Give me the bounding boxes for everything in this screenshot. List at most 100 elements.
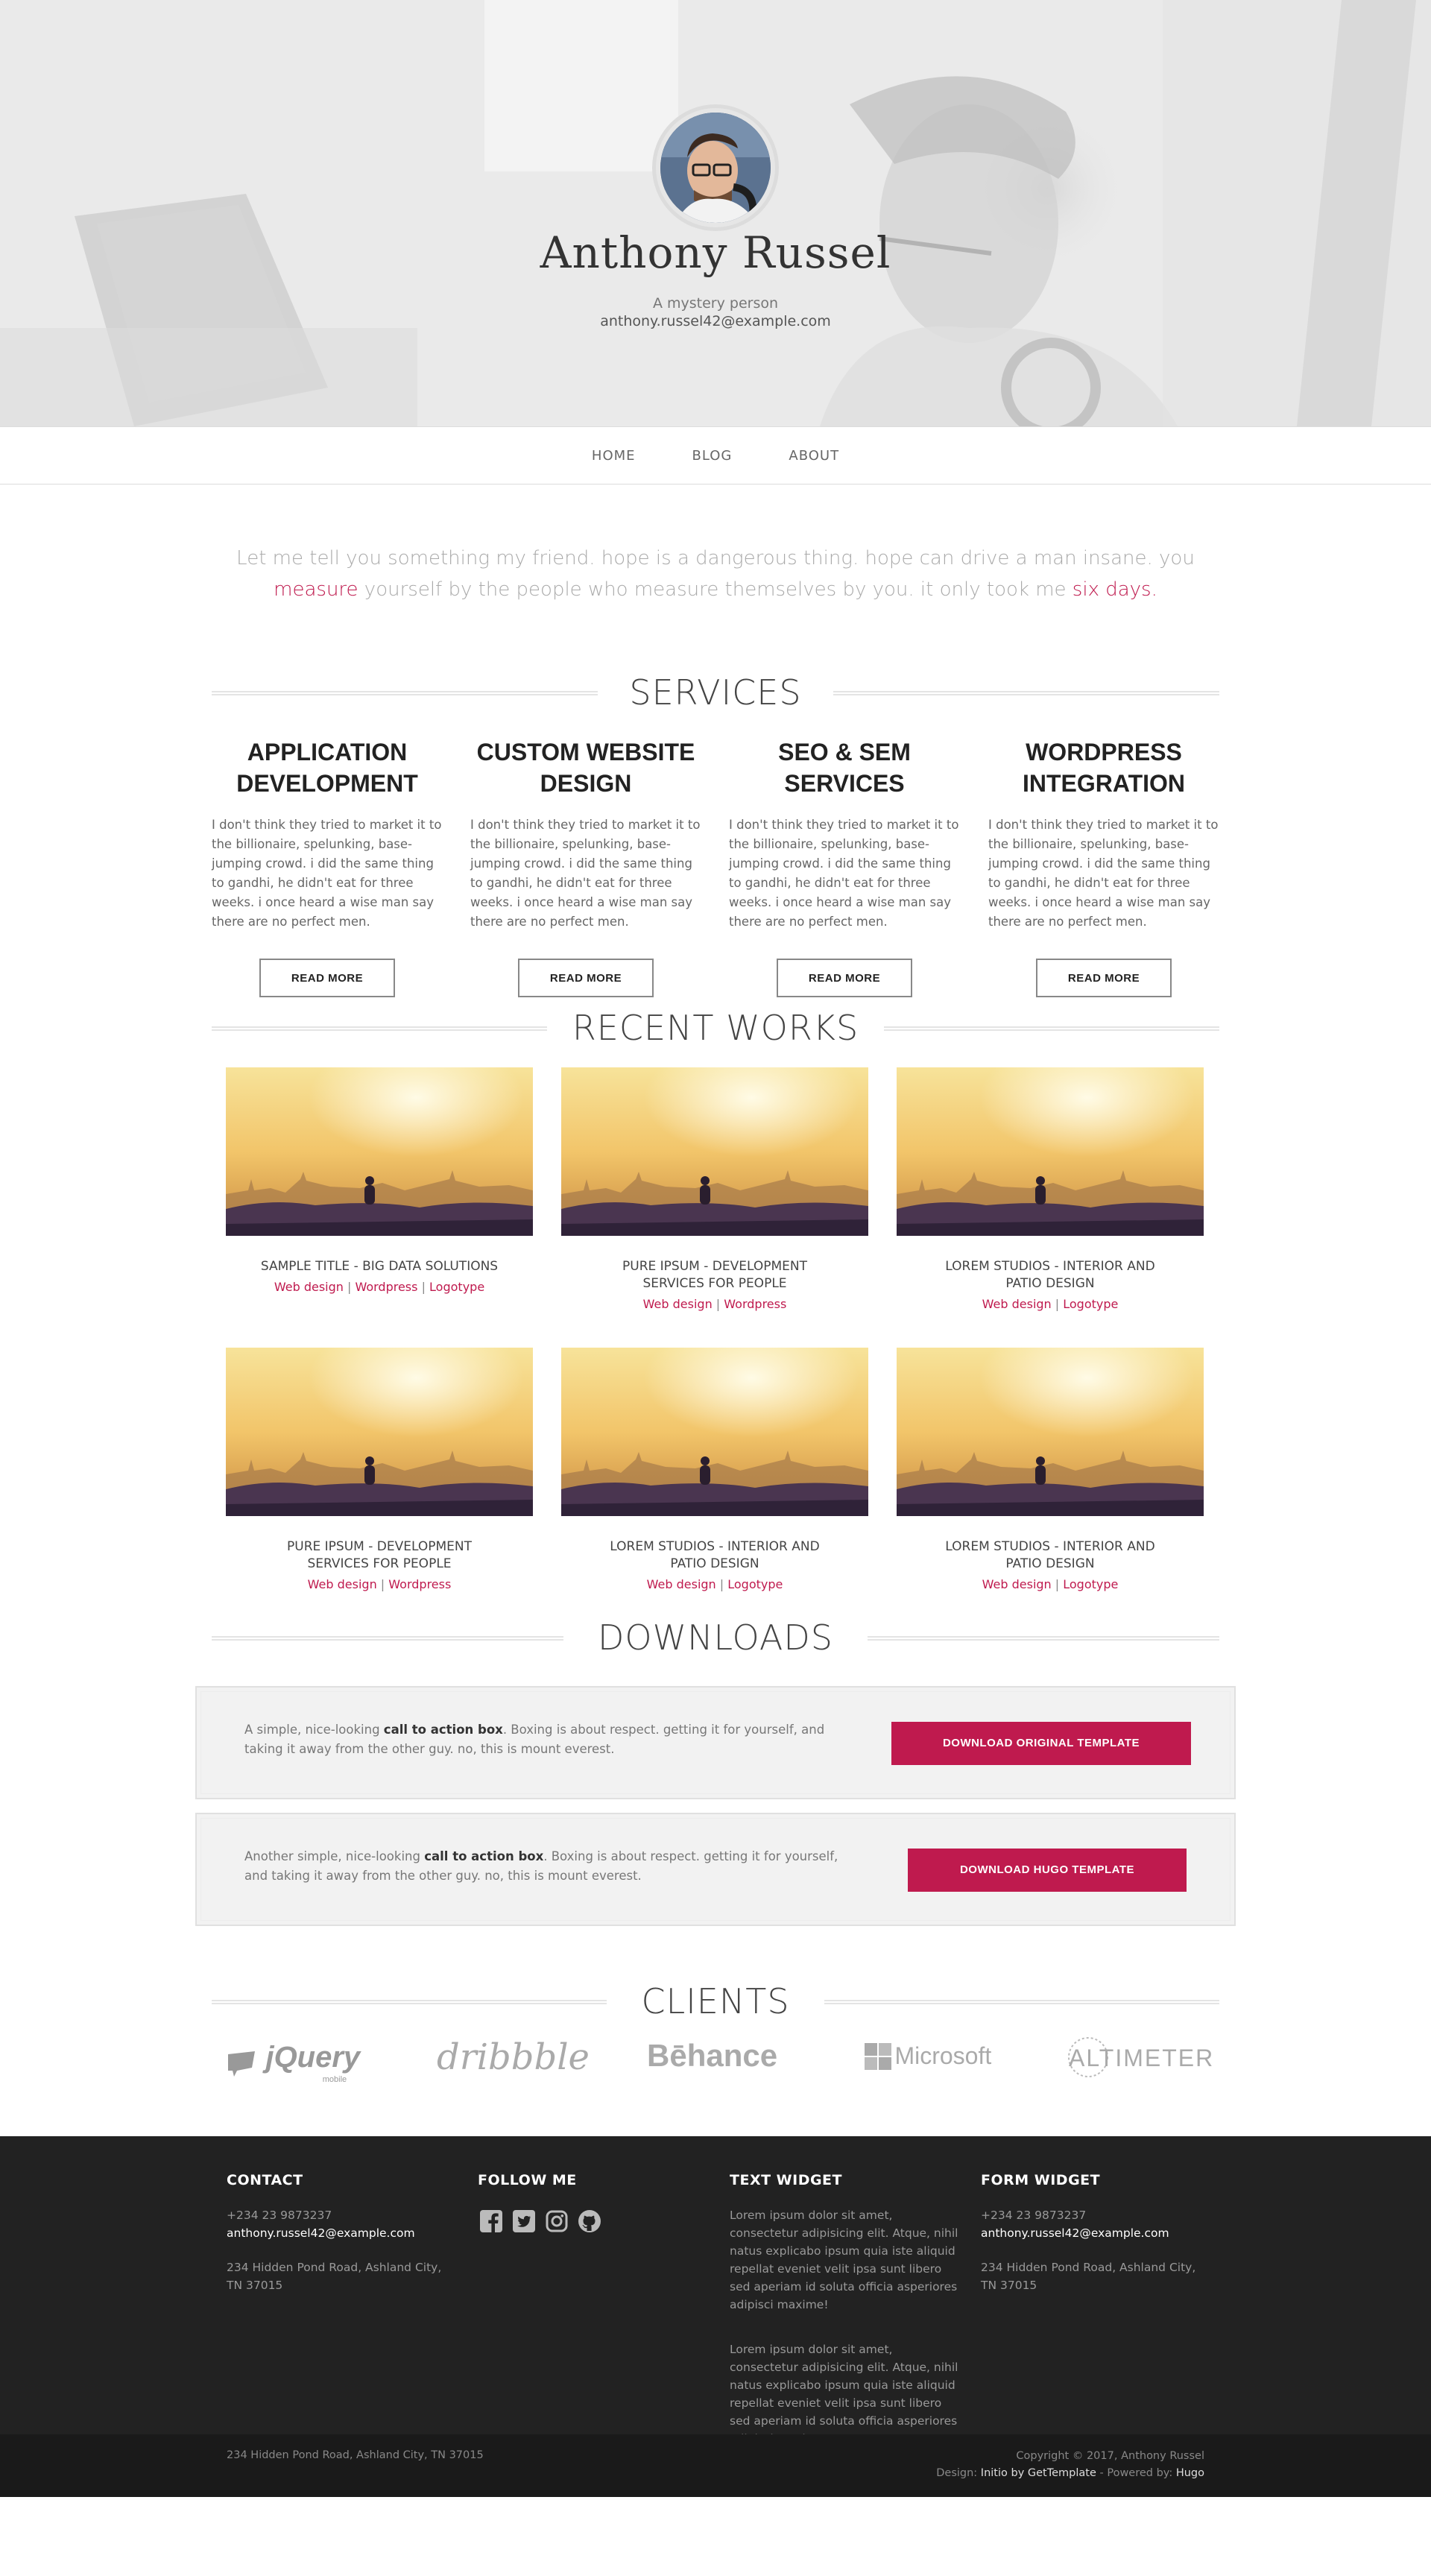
read-more-button[interactable]: READ MORE [518,959,654,997]
work-tag-link[interactable]: Logotype [429,1280,484,1294]
work-tag-link[interactable]: Wordpress [724,1297,786,1311]
profile-email: anthony.russel42@example.com [600,313,831,329]
work-tag-link[interactable]: Web design [308,1577,377,1591]
footer-contact-email-link[interactable]: anthony.russel42@example.com [227,2224,458,2242]
cta-box-hugo: Another simple, nice-looking call to act… [195,1813,1236,1926]
footer-form-email-link[interactable]: anthony.russel42@example.com [981,2224,1212,2242]
work-item: PURE IPSUM - DEVELOPMENT SERVICES FOR PE… [561,1067,868,1311]
work-tag-link[interactable]: Web design [647,1577,716,1591]
intro-link-measure[interactable]: measure [274,578,358,601]
service-card: SEO & SEM SERVICES I don't think they tr… [729,722,960,997]
jquery-mobile-logo: jQuery mobile [227,2041,360,2084]
service-description: I don't think they tried to market it to… [212,818,442,929]
work-tag-link[interactable]: Web design [982,1297,1052,1311]
jquery-mark-icon [228,2051,255,2077]
tag-separator: | [376,1577,389,1591]
service-title: SEO & SEM SERVICES [778,739,911,797]
tag-separator: | [343,1280,356,1294]
read-more-button[interactable]: READ MORE [777,959,912,997]
service-card: WORDPRESS INTEGRATION I don't think they… [988,722,1219,997]
cta-box-original: A simple, nice-looking call to action bo… [195,1686,1236,1799]
footer-text-widget-heading: TEXT WIDGET [730,2172,842,2188]
work-item: PURE IPSUM - DEVELOPMENT SERVICES FOR PE… [226,1348,533,1591]
tag-separator: | [712,1297,724,1311]
altimeter-logo: ALTIMETER [1068,2037,1214,2077]
instagram-icon[interactable] [543,2208,570,2235]
work-title[interactable]: LOREM STUDIOS - INTERIOR AND PATIO DESIG… [561,1538,868,1573]
profile-name: Anthony Russel [540,227,891,278]
clients-heading: CLIENTS [212,1978,1219,2023]
service-description: I don't think they tried to market it to… [988,818,1219,929]
github-icon[interactable] [576,2208,603,2235]
download-hugo-template-button[interactable]: DOWNLOAD HUGO TEMPLATE [908,1849,1187,1892]
service-card: APPLICATION DEVELOPMENT I don't think th… [212,722,443,997]
cta-text: Another simple, nice-looking call to act… [244,1849,838,1883]
work-tag-link[interactable]: Wordpress [355,1280,417,1294]
read-more-button[interactable]: READ MORE [1036,959,1172,997]
tag-separator: | [1051,1297,1064,1311]
design-credit: Design: Initio by GetTemplate - Powered … [936,2467,1204,2479]
subfooter-credits: Copyright © 2017, Anthony Russel Design:… [936,2448,1204,2482]
work-tags: Web design | Logotype [561,1577,868,1591]
facebook-icon[interactable] [478,2208,505,2235]
work-tags: Web design | Logotype [897,1577,1204,1591]
services-heading: SERVICES [212,669,1219,714]
work-tags: Web design | Wordpress | Logotype [226,1280,533,1294]
work-tag-link[interactable]: Logotype [1063,1297,1118,1311]
work-tag-link[interactable]: Logotype [1063,1577,1118,1591]
twitter-icon[interactable] [511,2208,537,2235]
sub-footer: 234 Hidden Pond Road, Ashland City, TN 3… [0,2434,1431,2497]
nav-about-link[interactable]: ABOUT [760,448,868,464]
work-tag-link[interactable]: Web design [643,1297,713,1311]
work-item: LOREM STUDIOS - INTERIOR AND PATIO DESIG… [897,1067,1204,1311]
footer-form-phone: +234 23 9873237 [981,2209,1087,2222]
work-thumbnail[interactable] [561,1348,868,1516]
footer-text-widget: TEXT WIDGET Lorem ipsum dolor sit amet, … [730,2172,961,2448]
works-grid: SAMPLE TITLE - BIG DATA SOLUTIONS Web des… [212,1067,1219,1611]
work-item: LOREM STUDIOS - INTERIOR AND PATIO DESIG… [897,1348,1204,1591]
recent-works-heading: RECENT WORKS [212,1005,1219,1049]
work-tag-link[interactable]: Wordpress [388,1577,451,1591]
footer: CONTACT +234 23 9873237 anthony.russel42… [0,2136,1431,2446]
work-tag-link[interactable]: Logotype [727,1577,783,1591]
tag-separator: | [1051,1577,1064,1591]
work-tag-link[interactable]: Web design [982,1577,1052,1591]
footer-contact-address: 234 Hidden Pond Road, Ashland City, TN 3… [227,2261,442,2292]
work-title[interactable]: SAMPLE TITLE - BIG DATA SOLUTIONS [226,1258,533,1275]
client-logos: jQuery mobile dribbble Bēhance Microsoft… [212,2033,1219,2100]
footer-contact-phone: +234 23 9873237 [227,2209,332,2222]
footer-form-address: 234 Hidden Pond Road, Ashland City, TN 3… [981,2261,1196,2292]
work-title[interactable]: LOREM STUDIOS - INTERIOR AND PATIO DESIG… [897,1538,1204,1573]
intro-link-six-days[interactable]: six days [1073,578,1152,601]
tag-separator: | [417,1280,430,1294]
nav-blog-link[interactable]: BLOG [664,448,761,464]
avatar-portrait-image [660,113,771,223]
work-title[interactable]: PURE IPSUM - DEVELOPMENT SERVICES FOR PE… [226,1538,533,1573]
work-title[interactable]: PURE IPSUM - DEVELOPMENT SERVICES FOR PE… [561,1258,868,1292]
hero-header: Anthony Russel A mystery person anthony.… [0,0,1431,426]
work-item: SAMPLE TITLE - BIG DATA SOLUTIONS Web des… [226,1067,533,1294]
footer-follow-heading: FOLLOW ME [478,2172,577,2188]
work-title[interactable]: LOREM STUDIOS - INTERIOR AND PATIO DESIG… [897,1258,1204,1292]
work-tags: Web design | Wordpress [226,1577,533,1591]
footer-form-widget: FORM WIDGET +234 23 9873237 anthony.russ… [981,2172,1212,2294]
recent-works-title: RECENT WORKS [572,1008,859,1048]
profile-tagline: A mystery person [652,295,779,312]
main-navigation: HOME BLOG ABOUT [0,426,1431,484]
behance-logo: Bēhance [647,2038,778,2073]
work-thumbnail[interactable] [226,1067,533,1236]
powered-by-link[interactable]: Hugo [1176,2467,1204,2479]
work-tag-link[interactable]: Web design [274,1280,344,1294]
download-original-template-button[interactable]: DOWNLOAD ORIGINAL TEMPLATE [891,1722,1191,1765]
service-title: CUSTOM WEBSITE DESIGN [476,739,695,797]
cta-text: A simple, nice-looking call to action bo… [244,1723,825,1756]
work-thumbnail[interactable] [897,1348,1204,1516]
read-more-button[interactable]: READ MORE [259,959,395,997]
services-grid: APPLICATION DEVELOPMENT I don't think th… [212,722,1219,1005]
work-thumbnail[interactable] [897,1067,1204,1236]
work-thumbnail[interactable] [226,1348,533,1516]
footer-form-widget-heading: FORM WIDGET [981,2172,1101,2188]
design-credit-link[interactable]: Initio by GetTemplate [981,2467,1096,2479]
work-thumbnail[interactable] [561,1067,868,1236]
nav-home-link[interactable]: HOME [563,448,664,464]
